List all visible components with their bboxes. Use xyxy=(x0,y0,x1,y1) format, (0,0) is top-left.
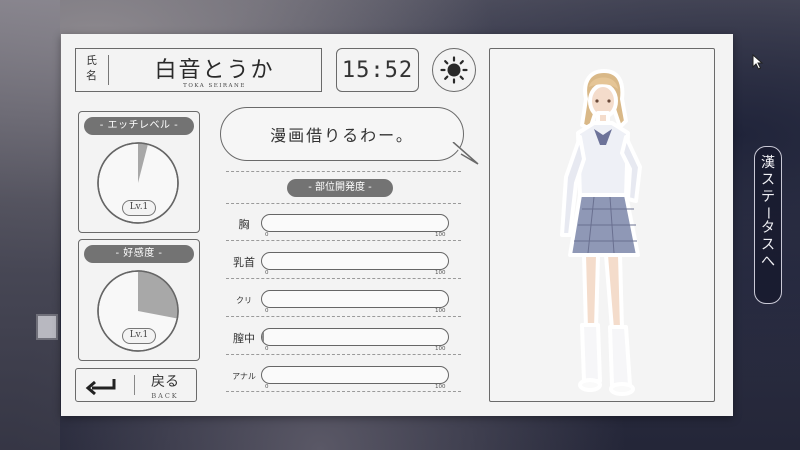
status-panel: 氏名 白音とうか TOKA SEIRANE 15:52 - エッチレベル - L… xyxy=(61,34,733,416)
divider-line xyxy=(226,278,461,279)
part-row-nipple: 乳首 0 100 xyxy=(227,250,457,280)
part-max: 100 xyxy=(435,384,446,390)
character-name: 白音とうか xyxy=(154,58,275,83)
part-row-anal: アナル 0 100 xyxy=(227,364,457,394)
part-min: 0 xyxy=(265,232,269,238)
ecchi-level-gauge: - エッチレベル - Lv.1 xyxy=(78,111,200,233)
background-shelf xyxy=(0,0,60,450)
speech-text: 漫画借りるわー。 xyxy=(270,126,414,145)
part-progress-fill xyxy=(262,329,264,345)
part-label: 胸 xyxy=(238,218,250,231)
back-divider xyxy=(134,375,135,395)
speech-bubble-tail xyxy=(452,142,479,165)
name-plate: 氏名 白音とうか TOKA SEIRANE xyxy=(75,48,322,92)
part-max: 100 xyxy=(435,232,446,238)
part-progress-bar xyxy=(261,214,449,232)
part-row-clit: クリ 0 100 xyxy=(227,288,457,318)
divider-line xyxy=(226,240,461,241)
back-button[interactable]: 戻る BACK xyxy=(75,368,197,402)
part-progress-bar xyxy=(261,252,449,270)
part-label: 乳首 xyxy=(233,256,255,269)
speech-bubble: 漫画借りるわー。 xyxy=(220,107,464,161)
affection-gauge: - 好感度 - Lv.1 xyxy=(78,239,200,361)
body-parts-title: - 部位開発度 - xyxy=(287,179,393,197)
name-label: 氏名 xyxy=(86,54,97,82)
side-tab-label: 漢ステータスへ xyxy=(760,155,776,270)
part-min: 0 xyxy=(265,308,269,314)
return-arrow-icon xyxy=(85,379,116,396)
divider-line xyxy=(226,354,461,355)
affection-fill xyxy=(138,271,178,319)
clock: 15:52 xyxy=(336,48,419,92)
affection-title: - 好感度 - xyxy=(84,245,194,263)
part-row-vaginal: 膣中 0 100 xyxy=(227,326,457,356)
part-label: 膣中 xyxy=(233,332,255,345)
back-button-label: 戻る xyxy=(151,374,179,390)
part-max: 100 xyxy=(435,346,446,352)
divider-line xyxy=(226,316,461,317)
part-row-chest: 胸 0 100 xyxy=(227,212,457,242)
divider-line xyxy=(226,203,461,204)
character-name-romaji: TOKA SEIRANE xyxy=(183,83,246,89)
ecchi-level-value: Lv.1 xyxy=(122,200,156,216)
part-progress-bar xyxy=(261,328,449,346)
character-portrait xyxy=(560,69,642,396)
affection-level-value: Lv.1 xyxy=(122,328,156,344)
part-progress-bar xyxy=(261,290,449,308)
part-min: 0 xyxy=(265,346,269,352)
character-portrait-frame xyxy=(489,48,715,402)
mouse-cursor-icon xyxy=(752,54,764,70)
ecchi-level-title: - エッチレベル - xyxy=(84,117,194,135)
male-status-tab[interactable]: 漢ステータスへ xyxy=(754,146,782,304)
divider-line xyxy=(226,391,461,392)
background-ui-square xyxy=(36,314,58,340)
part-label: アナル xyxy=(232,372,256,381)
part-progress-bar xyxy=(261,366,449,384)
part-label: クリ xyxy=(236,296,252,305)
part-min: 0 xyxy=(265,384,269,390)
part-max: 100 xyxy=(435,308,446,314)
weather-indicator xyxy=(432,48,476,92)
divider-line xyxy=(226,171,461,172)
sun-icon xyxy=(440,56,468,84)
part-max: 100 xyxy=(435,270,446,276)
part-min: 0 xyxy=(265,270,269,276)
name-divider xyxy=(108,55,109,85)
back-button-sublabel: BACK xyxy=(151,392,179,400)
